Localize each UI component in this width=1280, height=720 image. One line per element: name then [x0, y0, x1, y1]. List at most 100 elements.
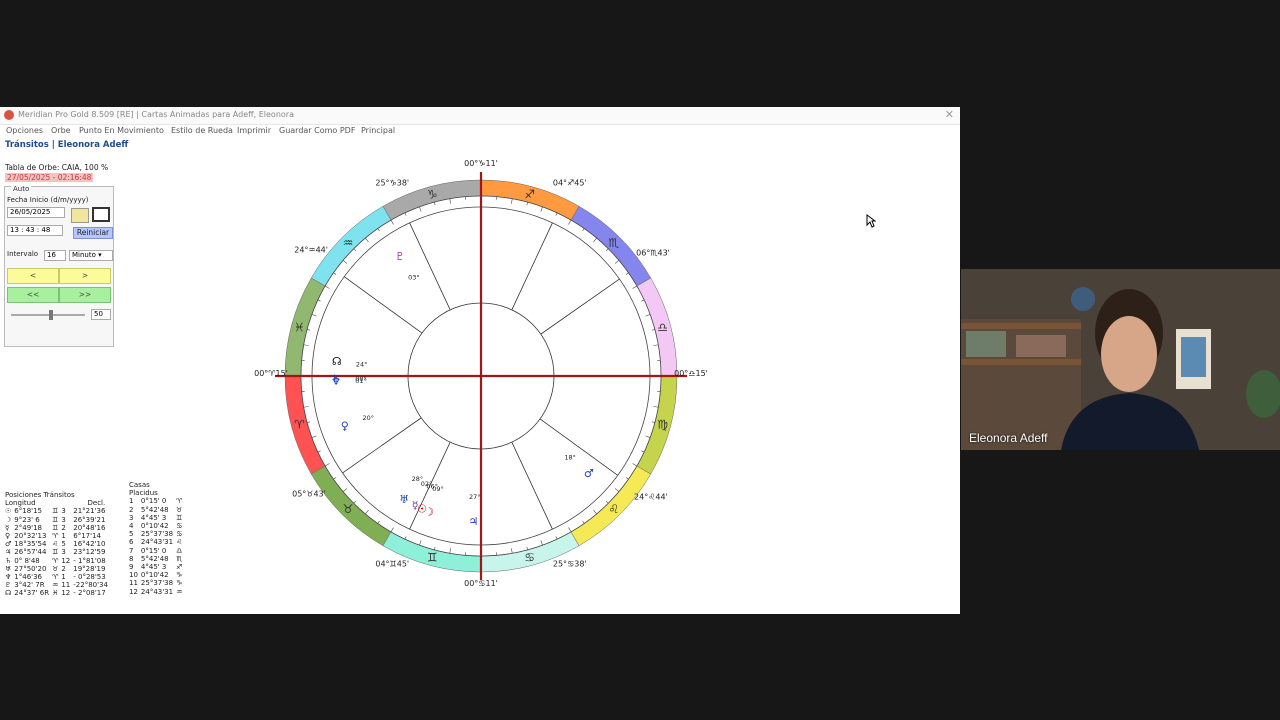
cusp-position: 0°15' 0 [140, 497, 167, 506]
houses-subtitle: Placidus [129, 489, 158, 498]
position-row: ♄ 0° 8'48 ♈ 12- 1°81'08 [5, 557, 111, 565]
sign-glyph: ♒ [343, 236, 354, 250]
webcam-tile: Eleonora Adeff [961, 269, 1280, 450]
house-row: 4 0°10'42 ♋ [129, 522, 185, 530]
planet-glyph: ♃ [5, 548, 12, 557]
house-number: 3 [129, 513, 134, 522]
cusp-degree-label: 25°♑38' [375, 179, 409, 188]
house-row: 5 25°37'38 ♋ [129, 530, 185, 538]
planet-degree-label: 18° [564, 453, 576, 461]
cusp-position: 24°43'31 [140, 538, 174, 547]
sign-glyph: ♑ [176, 579, 183, 588]
sign-glyph: ♑ [427, 187, 438, 201]
sign-glyph: ♒ [52, 581, 59, 590]
sign-glyph: ♌ [176, 538, 183, 547]
planet-glyph: ♀ [5, 532, 11, 541]
longitude: 27°50'20 [14, 564, 47, 573]
planet-glyph: ☊ [332, 355, 342, 368]
house-number: 12 [61, 589, 71, 598]
house-number: 8 [129, 554, 134, 563]
house-row: 3 4°45' 3 ♊ [129, 514, 185, 522]
cusp-degree-label: 05°♉43' [292, 489, 326, 498]
houses-title: Casas [129, 481, 150, 489]
house-number: 2 [129, 505, 134, 514]
house-number: 9 [129, 563, 134, 572]
sign-glyph: ♍ [657, 418, 668, 432]
sign-glyph: ♈ [52, 573, 59, 582]
declination: -22°80'34 [73, 581, 108, 590]
planet-glyph: ♇ [5, 581, 12, 590]
sign-glyph: ♏ [176, 554, 183, 563]
positions-col-long: Longitud [5, 499, 36, 508]
declination: 6°17'14 [73, 532, 101, 541]
house-number: 12 [61, 556, 71, 565]
positions-title: Posiciones Tránsitos [5, 491, 75, 499]
house-number: 12 [129, 587, 138, 596]
planet-glyph: ☽ [5, 515, 12, 524]
position-row: ♅ 27°50'20 ♉ 2 19°28'19 [5, 565, 111, 573]
house-number: 3 [61, 515, 66, 524]
cusp-position: 25°37'38 [140, 579, 174, 588]
sign-glyph: ♋ [524, 551, 535, 565]
house-row: 6 24°43'31 ♌ [129, 538, 185, 546]
declination: 16°42'10 [73, 540, 106, 549]
house-row: 12 24°43'31 ♒ [129, 588, 185, 596]
longitude: 0° 8'48 [14, 556, 40, 565]
cusp-position: 4°45' 3 [140, 513, 167, 522]
position-row: ♇ 3°42' 7R ♒ 11 -22°80'34 [5, 581, 111, 589]
planet-glyph: ☊ [5, 589, 12, 598]
planet-degree-label: 28° [412, 475, 424, 483]
cusp-degree-label: 00°♋11' [464, 579, 498, 588]
positions-header: Longitud Decl. [5, 499, 111, 507]
position-row: ☉ 6°18'15 ♊ 3 21°21'36 [5, 507, 111, 515]
house-number: 5 [61, 540, 66, 549]
house-number: 7 [129, 546, 134, 555]
sign-glyph: ♉ [52, 564, 59, 573]
longitude: 1°46'36 [14, 573, 42, 582]
position-row: ☊ 24°37' 6R ♓ 12- 2°08'17 [5, 589, 111, 597]
sign-glyph: ♑ [176, 571, 183, 580]
cusp-degree-label: 00°♑11' [464, 159, 498, 168]
planet-glyph: ♄ [5, 556, 12, 565]
declination: - 0°28'53 [73, 573, 106, 582]
sign-glyph: ♈ [176, 497, 183, 506]
planet-glyph: ☿ [412, 499, 419, 512]
longitude: 2°49'18 [14, 523, 42, 532]
sign-glyph: ♏ [609, 236, 620, 250]
house-row: 11 25°37'38 ♑ [129, 579, 185, 587]
planet-glyph: ♀ [341, 420, 349, 433]
house-row: 9 4°45' 3 ♐ [129, 563, 185, 571]
sign-glyph: ♊ [427, 551, 438, 565]
position-row: ♃ 26°57'44 ♊ 3 23°12'59 [5, 548, 111, 556]
house-number: 5 [129, 530, 134, 539]
sign-glyph: ♎ [176, 546, 183, 555]
planet-degree-label: 09° [432, 485, 444, 493]
app-window: Meridian Pro Gold 8.509 [RE] | Cartas An… [0, 107, 960, 614]
longitude: 26°57'44 [14, 548, 47, 557]
sign-glyph: ♈ [52, 532, 59, 541]
declination: 19°28'19 [73, 564, 106, 573]
cusp-position: 0°15' 0 [140, 546, 167, 555]
planet-degree-label: 03° [408, 274, 420, 282]
house-number: 1 [61, 573, 66, 582]
planet-degree-label: 24° [356, 360, 368, 368]
declination: - 1°81'08 [73, 556, 106, 565]
house-row: 10 0°10'42 ♑ [129, 571, 185, 579]
sign-glyph: ♓ [52, 589, 59, 598]
longitude: 6°18'15 [14, 507, 42, 516]
transit-positions-table: Posiciones Tránsitos Longitud Decl. ☉ 6°18… [5, 491, 111, 598]
sign-glyph: ♒ [176, 587, 183, 596]
house-number: 6 [129, 538, 134, 547]
positions-col-decl: Decl. [87, 499, 106, 508]
cusp-position: 4°45' 3 [140, 563, 167, 572]
planet-glyph: ♅ [399, 493, 409, 506]
house-number: 2 [61, 564, 66, 573]
cusp-position: 5°42'48 [140, 554, 169, 563]
planet-glyph: ♇ [395, 250, 405, 263]
planet-glyph: ♅ [5, 564, 12, 573]
longitude: 3°42' 7R [14, 581, 45, 590]
sign-glyph: ♋ [176, 522, 183, 531]
planet-glyph: ♆ [5, 573, 12, 582]
sign-glyph: ♈ [52, 556, 59, 565]
cusp-degree-label: 25°♋38' [553, 559, 587, 568]
